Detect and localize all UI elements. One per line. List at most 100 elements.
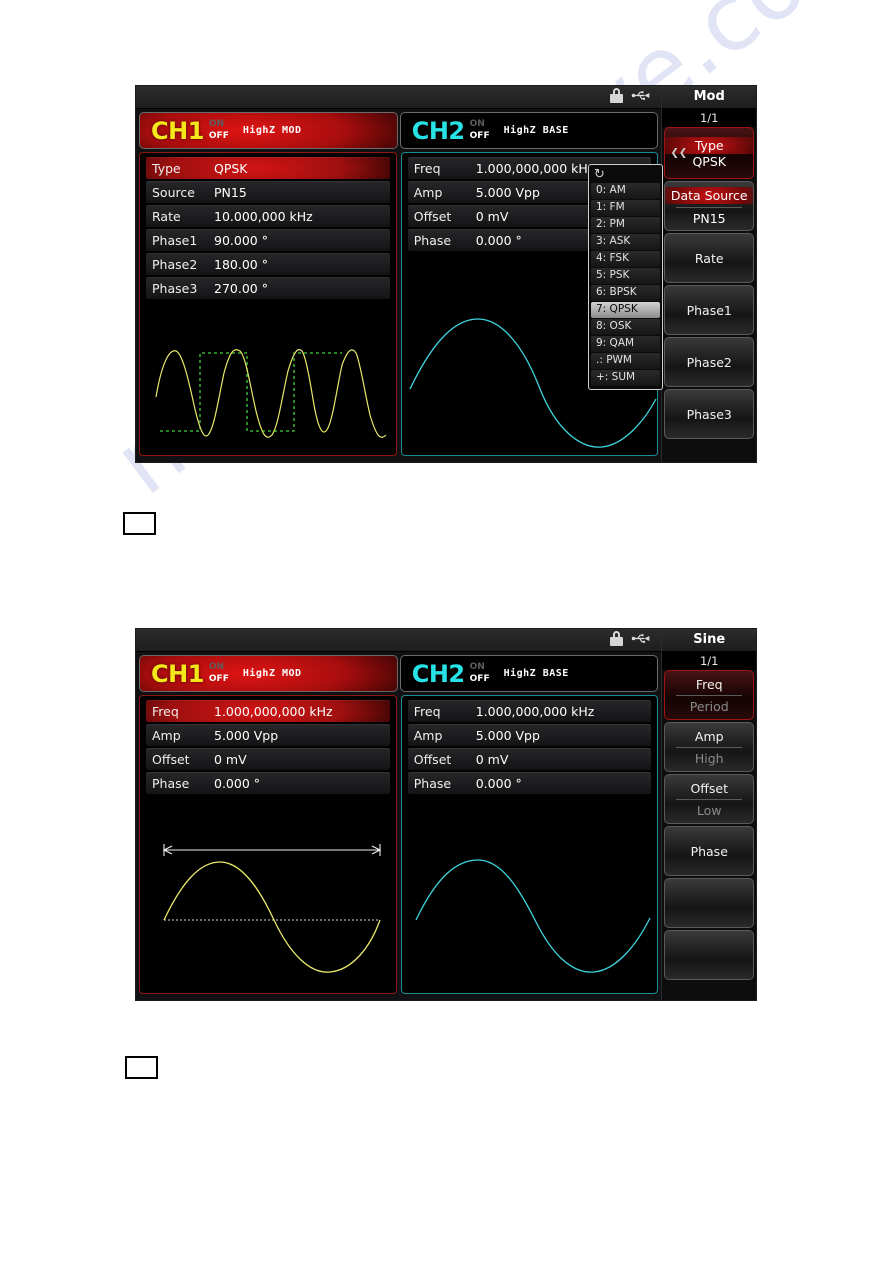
side-button-label: Data Source <box>665 186 753 204</box>
param-key: Freq <box>413 703 441 719</box>
param-value: QPSK <box>214 160 248 176</box>
param-row-freq[interactable]: Freq 1.000,000,000 kHz <box>146 700 390 722</box>
side-button-phase1[interactable]: Phase1 <box>664 285 754 335</box>
channel-headers: CH1 ON OFF HighZ MOD CH2 ON OFF HighZ BA… <box>136 652 661 692</box>
ch1-parameter-list: Type QPSK Source PN15 Rate 10.000,000 kH… <box>140 153 396 299</box>
param-row-amp[interactable]: Amp 5.000 Vpp <box>146 724 390 746</box>
param-key: Phase3 <box>152 280 198 296</box>
side-button-phase[interactable]: Phase <box>664 826 754 876</box>
param-row-phase3[interactable]: Phase3 270.00 ° <box>146 277 390 299</box>
side-menu-title: Sine <box>662 629 756 652</box>
param-key: Phase1 <box>152 232 198 248</box>
param-key: Phase2 <box>152 256 198 272</box>
side-button-amp[interactable]: Amp High <box>664 722 754 772</box>
param-key: Amp <box>413 184 443 200</box>
dropdown-item-psk[interactable]: 5: PSK <box>591 268 660 284</box>
ch2-header[interactable]: CH2 ON OFF HighZ BASE <box>399 655 659 692</box>
ch1-waveform-sine-with-period <box>162 844 382 973</box>
side-menu-mod: Mod 1/1 Type ❮❮ QPSK Data Source PN15 Ra… <box>661 86 756 462</box>
instrument-screen-sine: CH1 ON OFF HighZ MOD CH2 ON OFF HighZ BA… <box>135 628 757 1001</box>
screen-main-area: CH1 ON OFF HighZ MOD CH2 ON OFF HighZ BA… <box>136 629 662 1000</box>
param-value: 180.00 ° <box>214 256 268 272</box>
side-button-label: Offset <box>690 780 728 796</box>
param-key: Phase <box>152 775 190 791</box>
dropdown-item-pwm[interactable]: .: PWM <box>591 353 660 369</box>
channel-panels: Type QPSK Source PN15 Rate 10.000,000 kH… <box>136 149 661 459</box>
channel-panels: Freq 1.000,000,000 kHz Amp 5.000 Vpp Off… <box>136 692 661 997</box>
dropdown-item-qam[interactable]: 9: QAM <box>591 336 660 352</box>
usb-icon <box>632 91 650 100</box>
dropdown-item-ask[interactable]: 3: ASK <box>591 234 660 250</box>
chevron-left-icon: ❮❮ <box>670 147 688 159</box>
dropdown-item-pm[interactable]: 2: PM <box>591 217 660 233</box>
side-button-freq[interactable]: Freq Period <box>664 670 754 720</box>
dropdown-item-fsk[interactable]: 4: FSK <box>591 251 660 267</box>
side-button-rate[interactable]: Rate <box>664 233 754 283</box>
side-button-empty-2[interactable] <box>664 930 754 980</box>
side-menu-sine: Sine 1/1 Freq Period Amp High Offset Low <box>661 629 756 1000</box>
param-key: Amp <box>152 727 181 743</box>
param-key: Rate <box>152 208 181 224</box>
placeholder-box-2 <box>125 1056 158 1079</box>
screen-main-area: CH1 ON OFF HighZ MOD CH2 ON OFF HighZ BA… <box>136 86 663 462</box>
divider <box>676 206 743 208</box>
param-row-offset[interactable]: Offset 0 mV <box>146 748 390 770</box>
dropdown-item-fm[interactable]: 1: FM <box>591 200 660 216</box>
side-menu-title: Mod <box>662 86 756 109</box>
side-button-sublabel: QPSK <box>692 154 726 169</box>
param-row-amp[interactable]: Amp 5.000 Vpp <box>407 724 652 746</box>
param-row-type[interactable]: Type QPSK <box>146 157 390 179</box>
ch1-mode-label: HighZ MOD <box>242 668 302 679</box>
side-button-label: Phase <box>690 843 728 859</box>
ch1-waveform-qpsk <box>155 349 387 438</box>
param-row-phase[interactable]: Phase 0.000 ° <box>146 772 390 794</box>
param-row-phase1[interactable]: Phase1 90.000 ° <box>146 229 390 251</box>
side-button-offset[interactable]: Offset Low <box>664 774 754 824</box>
placeholder-box-1 <box>123 512 156 535</box>
param-row-offset[interactable]: Offset 0 mV <box>407 748 652 770</box>
ch1-onoff-indicator: ON OFF <box>209 120 229 141</box>
ch1-header[interactable]: CH1 ON OFF HighZ MOD <box>139 112 398 149</box>
ch1-label: CH1 <box>151 116 204 145</box>
ch1-off-label: OFF <box>208 674 229 684</box>
ch2-off-label: OFF <box>469 131 490 141</box>
dropdown-item-osk[interactable]: 8: OSK <box>591 319 660 335</box>
side-button-sublabel: Low <box>696 802 722 818</box>
modulation-type-dropdown[interactable]: ↻ 0: AM 1: FM 2: PM 3: ASK 4: FSK 5: PSK… <box>588 164 663 390</box>
side-button-empty-1[interactable] <box>664 878 754 928</box>
param-key: Phase <box>413 775 452 791</box>
side-button-phase2[interactable]: Phase2 <box>664 337 754 387</box>
param-value: 0 mV <box>214 751 247 767</box>
side-button-data-source[interactable]: Data Source PN15 <box>664 181 754 231</box>
param-value: PN15 <box>214 184 247 200</box>
side-button-sublabel: High <box>694 750 724 766</box>
side-button-label: Rate <box>694 250 724 266</box>
status-bar <box>136 86 662 109</box>
ch1-header[interactable]: CH1 ON OFF HighZ MOD <box>139 655 398 692</box>
param-key: Offset <box>152 751 190 767</box>
ch2-mode-label: HighZ BASE <box>503 125 569 136</box>
ch2-parameter-list: Freq 1.000,000,000 kHz Amp 5.000 Vpp Off… <box>402 696 658 794</box>
ch2-header[interactable]: CH2 ON OFF HighZ BASE <box>399 112 659 149</box>
refresh-icon: ↻ <box>594 167 605 182</box>
param-key: Phase <box>413 232 452 248</box>
dropdown-item-bpsk[interactable]: 6: BPSK <box>591 285 660 301</box>
ch1-off-label: OFF <box>208 131 229 141</box>
param-key: Freq <box>413 160 441 176</box>
param-row-phase[interactable]: Phase 0.000 ° <box>407 772 652 794</box>
dropdown-scroll-indicator: ↻ <box>589 165 662 183</box>
instrument-screen-mod: CH1 ON OFF HighZ MOD CH2 ON OFF HighZ BA… <box>135 85 757 463</box>
ch2-onoff-indicator: ON OFF <box>470 663 490 684</box>
dropdown-item-sum[interactable]: +: SUM <box>591 370 660 386</box>
ch2-label: CH2 <box>411 659 465 688</box>
param-value: 1.000,000,000 kHz <box>214 703 333 719</box>
side-button-phase3[interactable]: Phase3 <box>664 389 754 439</box>
side-button-label: Phase2 <box>686 354 732 370</box>
side-button-type[interactable]: Type ❮❮ QPSK <box>664 127 754 179</box>
param-row-source[interactable]: Source PN15 <box>146 181 390 203</box>
param-row-phase2[interactable]: Phase2 180.00 ° <box>146 253 390 275</box>
param-row-rate[interactable]: Rate 10.000,000 kHz <box>146 205 390 227</box>
dropdown-item-qpsk[interactable]: 7: QPSK <box>591 302 660 318</box>
param-row-freq[interactable]: Freq 1.000,000,000 kHz <box>407 700 652 722</box>
dropdown-item-am[interactable]: 0: AM <box>591 183 660 199</box>
